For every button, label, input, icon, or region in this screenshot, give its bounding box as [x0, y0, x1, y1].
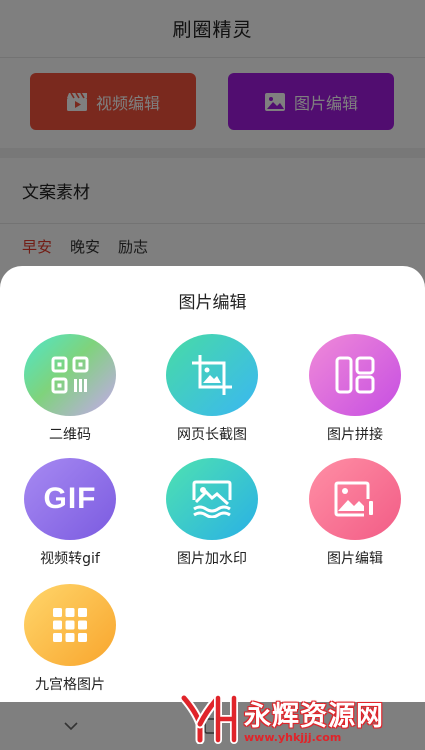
gif-icon: GIF — [24, 458, 116, 540]
site-logo-icon — [179, 694, 238, 744]
tool-label: 九宫格图片 — [35, 677, 105, 693]
tool-collage[interactable]: 图片拼接 — [290, 334, 420, 444]
edit-image-icon — [309, 458, 401, 540]
tool-label: 图片加水印 — [177, 551, 247, 567]
tool-watermark[interactable]: 图片加水印 — [147, 458, 277, 568]
tool-image-edit[interactable]: 图片编辑 — [290, 458, 420, 568]
image-edit-sheet: 图片编辑 二维码 网页长截图 图片拼接 GIF 视频转gif 图片加水印 图片编… — [0, 266, 425, 702]
tool-long-screenshot[interactable]: 网页长截图 — [147, 334, 277, 444]
crop-image-icon — [166, 334, 258, 416]
tool-label: 视频转gif — [40, 551, 100, 567]
collage-icon — [309, 334, 401, 416]
site-watermark: 永辉资源网 www.yhkjjj.com — [178, 690, 425, 748]
tool-label: 图片编辑 — [327, 551, 383, 567]
watermark-site-name: 永辉资源网 — [244, 701, 384, 732]
watermark-image-icon — [166, 458, 258, 540]
grid-nine-icon — [24, 584, 116, 666]
tool-label: 图片拼接 — [327, 427, 383, 443]
tool-label: 二维码 — [49, 427, 91, 443]
tool-nine-grid[interactable]: 九宫格图片 — [5, 584, 135, 694]
qr-code-icon — [24, 334, 116, 416]
tool-label: 网页长截图 — [177, 427, 247, 443]
tool-qr-code[interactable]: 二维码 — [5, 334, 135, 444]
sheet-title: 图片编辑 — [178, 293, 247, 313]
tool-video-to-gif[interactable]: GIF 视频转gif — [5, 458, 135, 568]
